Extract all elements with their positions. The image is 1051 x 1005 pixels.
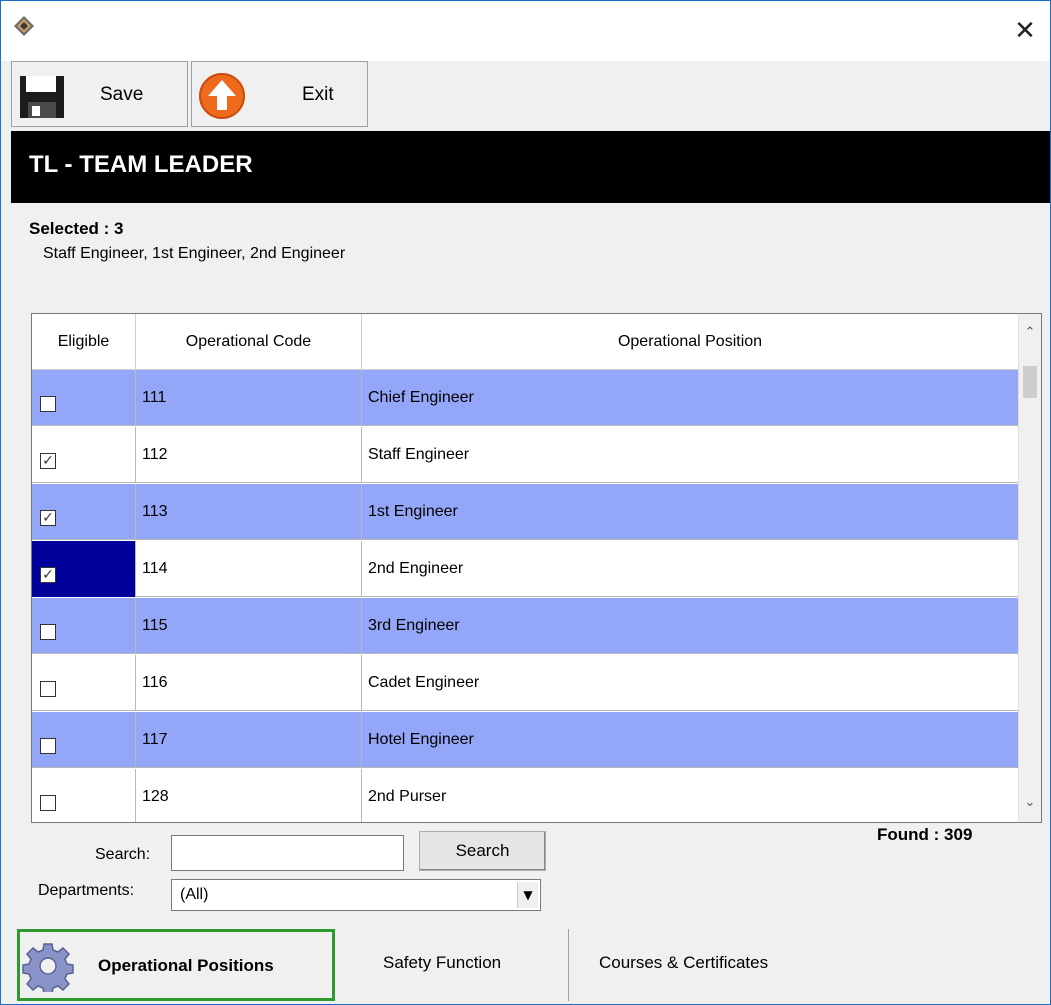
tab-courses-certificates[interactable]: Courses & Certificates (571, 929, 871, 1001)
eligible-checkbox[interactable] (40, 681, 56, 697)
table-row[interactable]: 117 Hotel Engineer (32, 712, 1018, 768)
search-button[interactable]: Search (419, 831, 546, 871)
toolbar: Save Exit (1, 61, 1050, 131)
column-header-code[interactable]: Operational Code (136, 314, 362, 370)
code-cell: 111 (136, 370, 362, 426)
code-cell: 116 (136, 655, 362, 711)
exit-arrow-icon (199, 73, 245, 119)
vertical-scrollbar[interactable]: ⌃ ⌄ (1018, 314, 1041, 822)
tab-label: Safety Function (383, 953, 502, 972)
save-label: Save (100, 84, 144, 105)
eligible-checkbox[interactable]: ✓ (40, 567, 56, 583)
eligible-cell[interactable] (32, 598, 136, 654)
app-icon (14, 16, 34, 36)
tab-label: Operational Positions (98, 956, 274, 975)
column-header-position[interactable]: Operational Position (362, 314, 1018, 370)
scroll-up-icon[interactable]: ⌃ (1019, 322, 1041, 344)
code-cell: 117 (136, 712, 362, 768)
position-cell: Hotel Engineer (368, 731, 474, 748)
departments-select[interactable]: (All) ▼ (171, 879, 541, 911)
bottom-tabs: Operational Positions Safety Function Co… (11, 929, 1050, 1004)
code-cell: 112 (136, 427, 362, 483)
close-button[interactable]: ✕ (1000, 1, 1050, 61)
position-cell: Cadet Engineer (368, 674, 480, 691)
selected-count: Selected : 3 (29, 219, 124, 238)
positions-grid[interactable]: Eligible Operational Code Operational Po… (31, 313, 1042, 823)
floppy-disk-icon (20, 76, 64, 118)
table-row[interactable]: 128 2nd Purser (32, 769, 1018, 822)
eligible-checkbox[interactable] (40, 624, 56, 640)
role-header: TL - TEAM LEADER (11, 131, 1050, 203)
position-cell: Chief Engineer (368, 389, 474, 406)
eligible-cell[interactable]: ✓ (32, 427, 136, 483)
table-row[interactable]: ✓ 113 1st Engineer (32, 484, 1018, 540)
eligible-cell[interactable] (32, 370, 136, 426)
eligible-cell[interactable] (32, 655, 136, 711)
save-button[interactable]: Save (11, 61, 188, 127)
eligible-cell[interactable] (32, 769, 136, 822)
exit-label: Exit (302, 84, 334, 105)
tab-label: Courses & Certificates (599, 953, 769, 972)
gear-icon (22, 943, 74, 992)
position-cell: Staff Engineer (368, 446, 470, 463)
eligible-checkbox[interactable] (40, 795, 56, 811)
table-row[interactable]: 111 Chief Engineer (32, 370, 1018, 426)
departments-label: Departments: (38, 882, 135, 899)
eligible-checkbox[interactable] (40, 738, 56, 754)
dropdown-arrow-icon[interactable]: ▼ (517, 882, 538, 908)
grid-header: Eligible Operational Code Operational Po… (32, 314, 1018, 370)
search-input[interactable] (171, 835, 404, 871)
eligible-checkbox[interactable] (40, 396, 56, 412)
table-row[interactable]: ✓ 114 2nd Engineer (32, 541, 1018, 597)
code-cell: 115 (136, 598, 362, 654)
app-window: ✕ Save Exit TL - TEAM LEADER Selected : … (0, 0, 1051, 1005)
code-cell: 114 (136, 541, 362, 597)
column-header-eligible[interactable]: Eligible (32, 314, 136, 370)
code-cell: 128 (136, 769, 362, 822)
eligible-cell[interactable] (32, 712, 136, 768)
position-cell: 1st Engineer (368, 503, 458, 520)
position-cell: 2nd Engineer (368, 560, 464, 577)
selected-list: Staff Engineer, 1st Engineer, 2nd Engine… (43, 245, 346, 262)
eligible-checkbox[interactable]: ✓ (40, 510, 56, 526)
table-row[interactable]: 116 Cadet Engineer (32, 655, 1018, 711)
eligible-cell[interactable]: ✓ (32, 541, 136, 597)
scroll-thumb[interactable] (1023, 366, 1037, 398)
position-cell: 2nd Purser (368, 788, 447, 805)
scroll-down-icon[interactable]: ⌄ (1019, 792, 1041, 814)
table-row[interactable]: ✓ 112 Staff Engineer (32, 427, 1018, 483)
eligible-cell[interactable]: ✓ (32, 484, 136, 540)
departments-value: (All) (180, 886, 209, 903)
page-title: TL - TEAM LEADER (29, 151, 253, 178)
tab-safety-function[interactable]: Safety Function (341, 929, 569, 1001)
eligible-checkbox[interactable]: ✓ (40, 453, 56, 469)
position-cell: 3rd Engineer (368, 617, 460, 634)
code-cell: 113 (136, 484, 362, 540)
tab-operational-positions[interactable]: Operational Positions (17, 929, 335, 1001)
exit-button[interactable]: Exit (191, 61, 368, 127)
found-count: Found : 309 (877, 825, 973, 844)
table-row[interactable]: 115 3rd Engineer (32, 598, 1018, 654)
search-label: Search: (95, 846, 151, 863)
title-bar: ✕ (1, 1, 1050, 61)
